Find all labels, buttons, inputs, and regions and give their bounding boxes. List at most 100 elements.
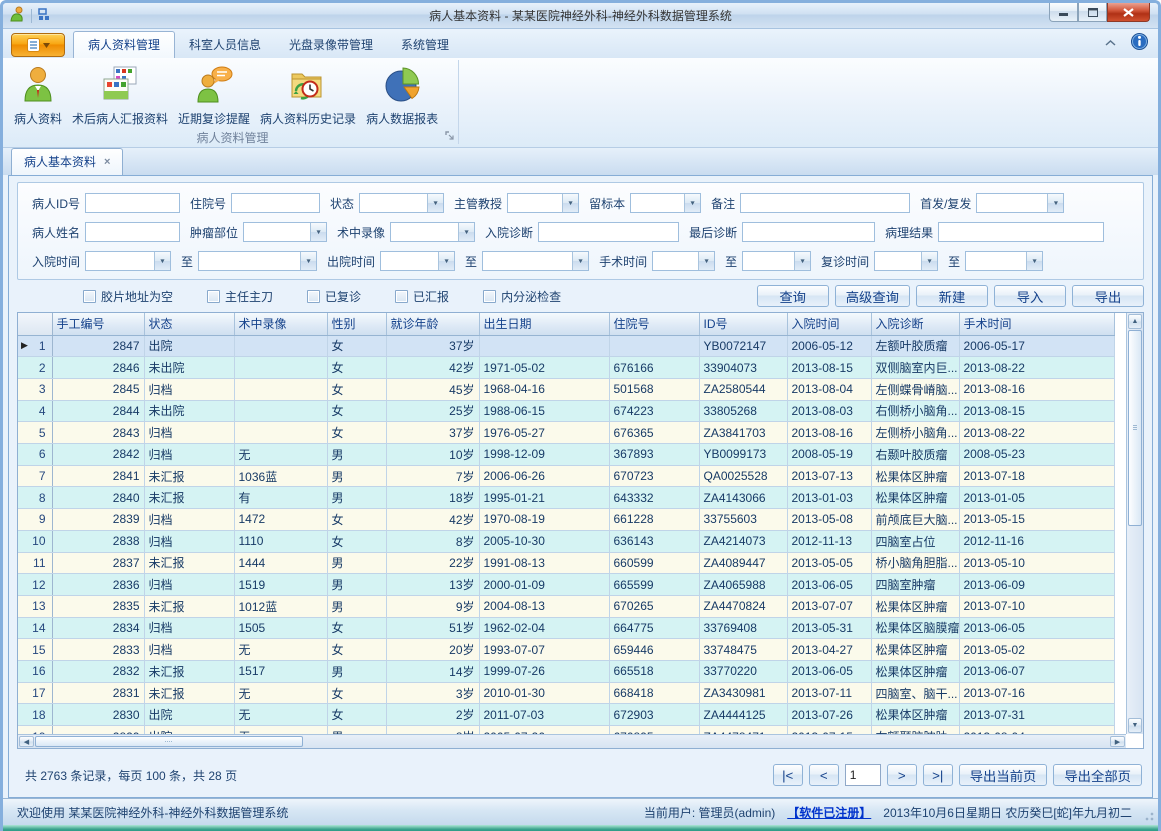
- table-cell[interactable]: 8岁: [386, 530, 479, 552]
- table-cell[interactable]: 出院: [144, 335, 234, 357]
- table-row[interactable]: 132835未汇报1012蓝男9岁2004-08-13670265ZA44708…: [18, 595, 1114, 617]
- first-recur-combo[interactable]: ▼: [976, 193, 1064, 213]
- row-number-cell[interactable]: 18: [18, 704, 52, 726]
- table-cell[interactable]: [234, 335, 327, 357]
- checkbox-revisited[interactable]: 已复诊: [307, 288, 361, 305]
- surgery-from-combo[interactable]: ▼: [652, 251, 715, 271]
- table-cell[interactable]: 松果体区肿瘤: [871, 465, 959, 487]
- table-cell[interactable]: 2833: [52, 639, 144, 661]
- table-cell[interactable]: 2834: [52, 617, 144, 639]
- table-cell[interactable]: 四脑室占位: [871, 530, 959, 552]
- table-cell[interactable]: 2013-08-15: [787, 357, 871, 379]
- table-cell[interactable]: 670265: [609, 595, 699, 617]
- table-cell[interactable]: 2岁: [386, 704, 479, 726]
- import-button[interactable]: 导入: [994, 285, 1066, 307]
- column-header[interactable]: 手工编号: [52, 313, 144, 335]
- table-cell[interactable]: 2013-06-05: [787, 574, 871, 596]
- row-number-cell[interactable]: 15: [18, 639, 52, 661]
- table-cell[interactable]: 松果体区肿瘤: [871, 595, 959, 617]
- table-cell[interactable]: YB0072147: [699, 335, 787, 357]
- row-number-cell[interactable]: 4: [18, 400, 52, 422]
- table-cell[interactable]: 归档: [144, 530, 234, 552]
- table-cell[interactable]: 2844: [52, 400, 144, 422]
- table-cell[interactable]: 2013-07-26: [787, 704, 871, 726]
- table-cell[interactable]: 2013-01-03: [787, 487, 871, 509]
- intraop-video-combo[interactable]: ▼: [390, 222, 475, 242]
- table-cell[interactable]: 2846: [52, 357, 144, 379]
- scroll-up-icon[interactable]: ▲: [1128, 314, 1142, 329]
- tab-disc-video-management[interactable]: 光盘录像带管理: [275, 32, 387, 58]
- table-cell[interactable]: 672903: [609, 704, 699, 726]
- table-cell[interactable]: 四脑室、脑干...: [871, 682, 959, 704]
- table-row[interactable]: 72841未汇报1036蓝男7岁2006-06-26670723QA002552…: [18, 465, 1114, 487]
- revisit-from-combo[interactable]: ▼: [874, 251, 938, 271]
- row-number-cell[interactable]: 16: [18, 661, 52, 683]
- table-cell[interactable]: 2004-08-13: [479, 595, 609, 617]
- tab-department-staff[interactable]: 科室人员信息: [175, 32, 275, 58]
- vertical-scrollbar[interactable]: ▲ ▼: [1126, 313, 1143, 734]
- table-cell[interactable]: 37岁: [386, 335, 479, 357]
- table-cell[interactable]: 2013-07-16: [959, 682, 1114, 704]
- admission-diag-input[interactable]: [538, 222, 679, 242]
- table-cell[interactable]: 42岁: [386, 357, 479, 379]
- table-row[interactable]: 142834归档1505女51岁1962-02-0466477533769408…: [18, 617, 1114, 639]
- table-cell[interactable]: 有: [234, 487, 327, 509]
- table-cell[interactable]: 归档: [144, 422, 234, 444]
- table-cell[interactable]: 右颞叶胶质瘤: [871, 444, 959, 466]
- checkbox-chief-surgeon[interactable]: 主任主刀: [207, 288, 273, 305]
- tab-system-management[interactable]: 系统管理: [387, 32, 463, 58]
- table-cell[interactable]: 643332: [609, 487, 699, 509]
- table-cell[interactable]: 未汇报: [144, 682, 234, 704]
- table-cell[interactable]: 2013-08-15: [959, 400, 1114, 422]
- column-header[interactable]: 就诊年龄: [386, 313, 479, 335]
- final-diag-input[interactable]: [742, 222, 875, 242]
- table-cell[interactable]: 1519: [234, 574, 327, 596]
- table-cell[interactable]: 四脑室肿瘤: [871, 574, 959, 596]
- table-cell[interactable]: 归档: [144, 509, 234, 531]
- tab-close-icon[interactable]: ×: [104, 156, 110, 168]
- table-cell[interactable]: 7岁: [386, 465, 479, 487]
- table-cell[interactable]: 2842: [52, 444, 144, 466]
- specimen-combo[interactable]: ▼: [630, 193, 701, 213]
- table-cell[interactable]: 1517: [234, 661, 327, 683]
- table-cell[interactable]: 1998-12-09: [479, 444, 609, 466]
- table-cell[interactable]: 1505: [234, 617, 327, 639]
- table-cell[interactable]: 501568: [609, 378, 699, 400]
- horizontal-scrollbar[interactable]: ◀ ▶: [18, 734, 1126, 748]
- table-cell[interactable]: 未出院: [144, 400, 234, 422]
- info-icon[interactable]: [1131, 33, 1148, 53]
- table-cell[interactable]: 2006-05-17: [959, 335, 1114, 357]
- table-cell[interactable]: [234, 378, 327, 400]
- table-cell[interactable]: 2006-06-26: [479, 465, 609, 487]
- discharge-from-combo[interactable]: ▼: [380, 251, 455, 271]
- table-cell[interactable]: 松果体区肿瘤: [871, 639, 959, 661]
- collapse-ribbon-icon[interactable]: [1104, 36, 1117, 50]
- table-cell[interactable]: 女: [327, 682, 386, 704]
- table-cell[interactable]: 2840: [52, 487, 144, 509]
- table-cell[interactable]: ZA4470824: [699, 595, 787, 617]
- table-cell[interactable]: YB0099173: [699, 444, 787, 466]
- tab-patient-data-management[interactable]: 病人资料管理: [73, 31, 175, 58]
- table-cell[interactable]: 2013-05-02: [959, 639, 1114, 661]
- table-cell[interactable]: 1472: [234, 509, 327, 531]
- table-cell[interactable]: [609, 335, 699, 357]
- tumor-site-combo[interactable]: ▼: [243, 222, 327, 242]
- table-cell[interactable]: 1110: [234, 530, 327, 552]
- table-cell[interactable]: 33770220: [699, 661, 787, 683]
- table-cell[interactable]: 10岁: [386, 444, 479, 466]
- row-number-cell[interactable]: 13: [18, 595, 52, 617]
- table-cell[interactable]: 1970-08-19: [479, 509, 609, 531]
- table-row[interactable]: ▶12847出院女37岁YB00721472006-05-12左额叶胶质瘤200…: [18, 335, 1114, 357]
- table-row[interactable]: 102838归档1110女8岁2005-10-30636143ZA4214073…: [18, 530, 1114, 552]
- table-cell[interactable]: 2013-05-05: [787, 552, 871, 574]
- table-cell[interactable]: 33755603: [699, 509, 787, 531]
- table-cell[interactable]: 2013-04-27: [787, 639, 871, 661]
- maximize-button[interactable]: [1078, 3, 1107, 22]
- table-cell[interactable]: 桥小脑角胆脂...: [871, 552, 959, 574]
- scroll-left-icon[interactable]: ◀: [19, 736, 34, 747]
- table-cell[interactable]: 无: [234, 704, 327, 726]
- table-cell[interactable]: ZA4143066: [699, 487, 787, 509]
- ribbon-button-history-records[interactable]: 病人资料历史记录: [255, 63, 361, 129]
- row-number-cell[interactable]: 14: [18, 617, 52, 639]
- checkbox-film-address-empty[interactable]: 胶片地址为空: [83, 288, 173, 305]
